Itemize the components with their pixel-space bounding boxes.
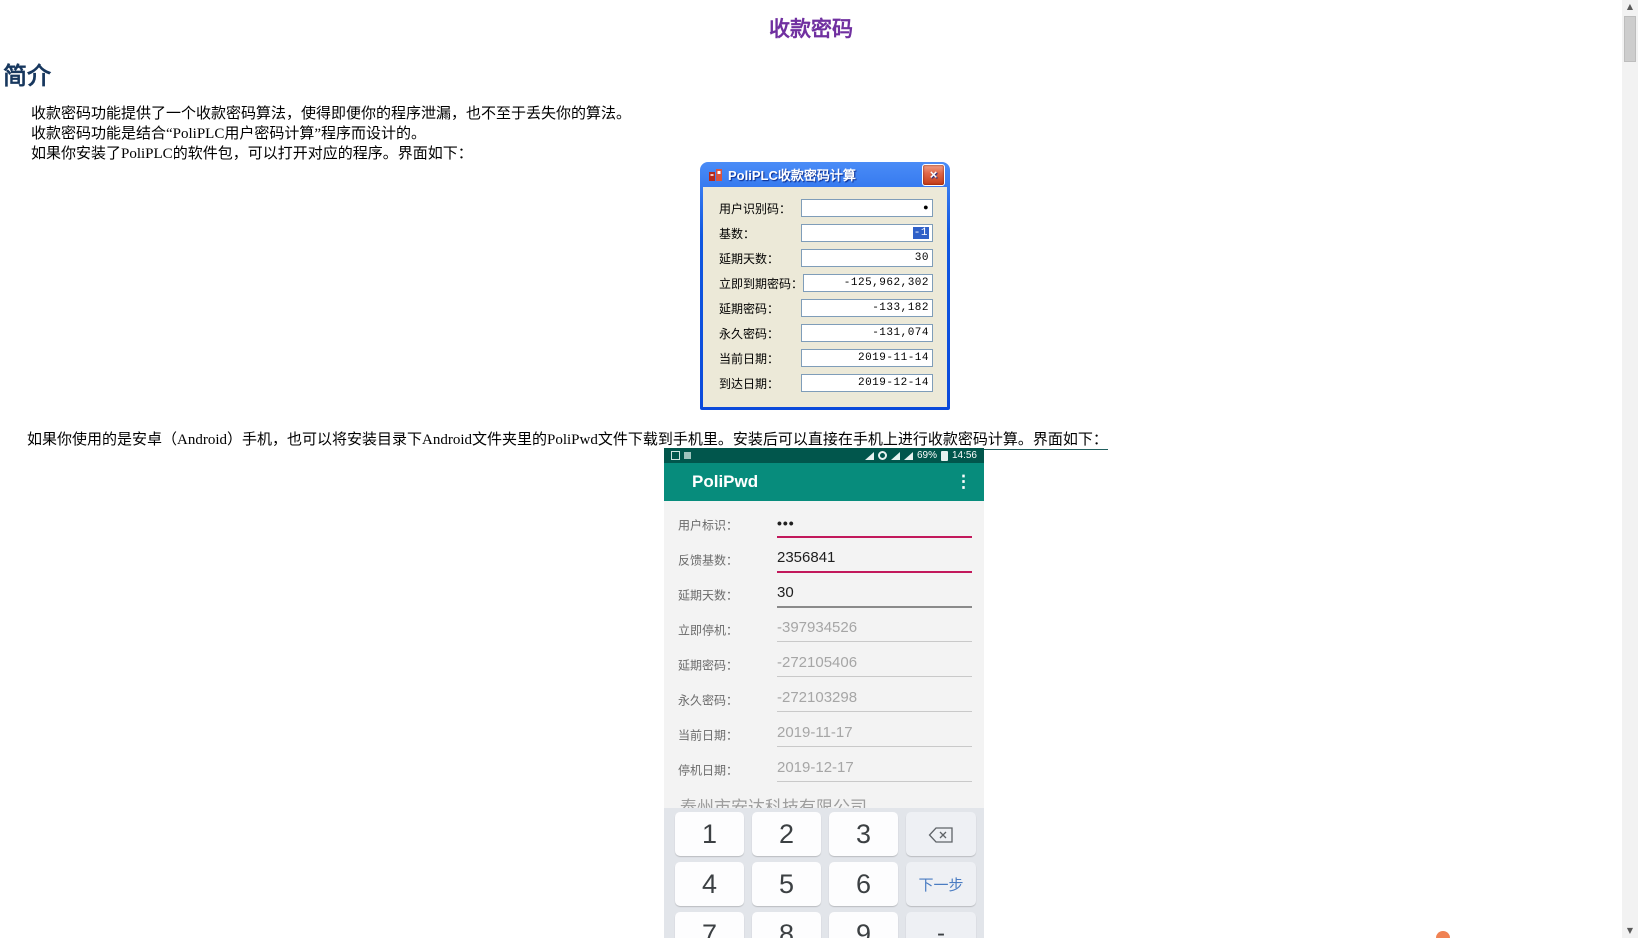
field-label: 永久密码： [719,325,779,342]
section-heading: 简介 [3,56,51,91]
next-key[interactable]: 下一步 [906,862,976,906]
vertical-scrollbar[interactable]: ▲ ▼ [1622,0,1638,938]
current-date-field[interactable]: 2019-11-14 [801,349,933,367]
key-1[interactable]: 1 [675,812,744,856]
wifi-icon [865,452,874,460]
intro-paragraph: 收款密码功能提供了一个收款密码算法，使得即便你的程序泄漏，也不至于丢失你的算法。… [31,104,631,164]
immediate-expire-password-field[interactable]: -125,962,302 [803,274,933,292]
current-date-output[interactable]: 2019-11-17 [777,720,972,747]
dialog-row: 延期密码： -133,182 [719,299,933,317]
backspace-key[interactable] [906,812,976,856]
field-label: 停机日期： [678,761,738,778]
dialog-row: 基数： -1 [719,224,933,242]
field-label: 延期密码： [719,300,779,317]
form-row: 立即停机： -397934526 [664,612,984,647]
stop-date-output[interactable]: 2019-12-17 [777,755,972,782]
android-instructions: 如果你使用的是安卓（Android）手机，也可以将安装目录下Android文件夹… [27,428,1108,449]
alarm-icon [878,451,887,460]
user-id-field[interactable]: ● [801,199,933,217]
partial-logo [1436,931,1450,938]
scroll-down-arrow[interactable]: ▼ [1622,924,1638,938]
delay-days-input[interactable]: 30 [777,580,972,608]
numeric-keyboard: 1 2 3 4 5 6 下一步 7 8 9 - [664,808,984,938]
password-dot: ● [923,203,929,213]
signal-icon [904,452,913,460]
sim-icon [684,452,691,459]
minus-key[interactable]: - [906,912,976,938]
field-label: 到达日期： [719,375,779,392]
field-label: 当前日期： [719,350,779,367]
backspace-icon [928,819,954,850]
form-row: 延期天数： 30 [664,577,984,612]
form-row: 反馈基数： 2356841 [664,542,984,577]
form-row: 永久密码： -272103298 [664,682,984,717]
delay-password-field[interactable]: -133,182 [801,299,933,317]
dialog-row: 到达日期： 2019-12-14 [719,374,933,392]
scrollbar-thumb[interactable] [1624,16,1636,62]
status-bar: 69% 14:56 [664,448,984,463]
field-label: 延期天数： [678,586,738,603]
field-label: 反馈基数： [678,551,738,568]
immediate-stop-output[interactable]: -397934526 [777,615,972,642]
screenshot-icon [671,451,680,460]
page-title: 收款密码 [0,13,1622,43]
dialog-row: 当前日期： 2019-11-14 [719,349,933,367]
dialog-titlebar[interactable]: PoliPLC收款密码计算 × [703,162,947,187]
user-id-input[interactable]: ••• [777,510,972,538]
close-button[interactable]: × [922,164,945,186]
poliplc-dialog: PoliPLC收款密码计算 × 用户识别码： ● 基数： -1 延期天数： 30… [700,162,950,410]
key-5[interactable]: 5 [752,862,821,906]
scroll-up-arrow[interactable]: ▲ [1622,0,1638,14]
dialog-title: PoliPLC收款密码计算 [728,165,922,184]
polipwd-phone-screenshot: 69% 14:56 PoliPwd ⋮ 用户标识： ••• 反馈基数： 2356… [664,448,984,938]
permanent-password-output[interactable]: -272103298 [777,685,972,712]
field-label: 用户标识： [678,516,738,533]
battery-icon [941,451,948,461]
field-label: 延期密码： [678,656,738,673]
arrival-date-field[interactable]: 2019-12-14 [801,374,933,392]
form-rows: 用户标识： ••• 反馈基数： 2356841 延期天数： 30 立即停机： -… [664,507,984,787]
battery-percent: 69% [917,450,937,461]
selected-text: -1 [913,227,929,239]
form-row: 当前日期： 2019-11-17 [664,717,984,752]
dialog-row: 永久密码： -131,074 [719,324,933,342]
intro-line-1: 收款密码功能提供了一个收款密码算法，使得即便你的程序泄漏，也不至于丢失你的算法。 [31,104,631,124]
intro-line-2: 收款密码功能是结合“PoliPLC用户密码计算”程序而设计的。 [31,124,631,144]
app-bar: PoliPwd ⋮ [664,463,984,501]
help-document-page: 收款密码 简介 收款密码功能提供了一个收款密码算法，使得即便你的程序泄漏，也不至… [0,0,1638,938]
dialog-row: 用户识别码： ● [719,199,933,217]
form-row: 延期密码： -272105406 [664,647,984,682]
poliplc-app-icon [708,167,723,182]
dialog-body: 用户识别码： ● 基数： -1 延期天数： 30 立即到期密码： -125,96… [703,187,947,407]
key-6[interactable]: 6 [829,862,898,906]
dialog-row: 延期天数： 30 [719,249,933,267]
field-label: 立即到期密码： [719,275,803,292]
key-4[interactable]: 4 [675,862,744,906]
signal-icon [891,452,900,460]
key-8[interactable]: 8 [752,912,821,938]
field-label: 基数： [719,225,755,242]
field-label: 用户识别码： [719,200,791,217]
key-7[interactable]: 7 [675,912,744,938]
intro-line-3: 如果你安装了PoliPLC的软件包，可以打开对应的程序。界面如下： [31,144,631,164]
feedback-base-input[interactable]: 2356841 [777,545,972,573]
form-row: 用户标识： ••• [664,507,984,542]
field-label: 当前日期： [678,726,738,743]
form-row: 停机日期： 2019-12-17 [664,752,984,787]
field-label: 永久密码： [678,691,738,708]
android-instructions-normal: 如果你使用的是安卓（Android）手机，也可以将安装目录下Android文件夹… [27,432,733,448]
overflow-menu-icon[interactable]: ⋮ [955,472,972,492]
field-label: 延期天数： [719,250,779,267]
status-time: 14:56 [952,450,977,461]
key-2[interactable]: 2 [752,812,821,856]
permanent-password-field[interactable]: -131,074 [801,324,933,342]
delay-password-output[interactable]: -272105406 [777,650,972,677]
delay-days-field[interactable]: 30 [801,249,933,267]
base-number-field[interactable]: -1 [801,224,933,242]
app-title: PoliPwd [692,472,758,492]
field-label: 立即停机： [678,621,738,638]
key-9[interactable]: 9 [829,912,898,938]
dialog-row: 立即到期密码： -125,962,302 [719,274,933,292]
key-3[interactable]: 3 [829,812,898,856]
